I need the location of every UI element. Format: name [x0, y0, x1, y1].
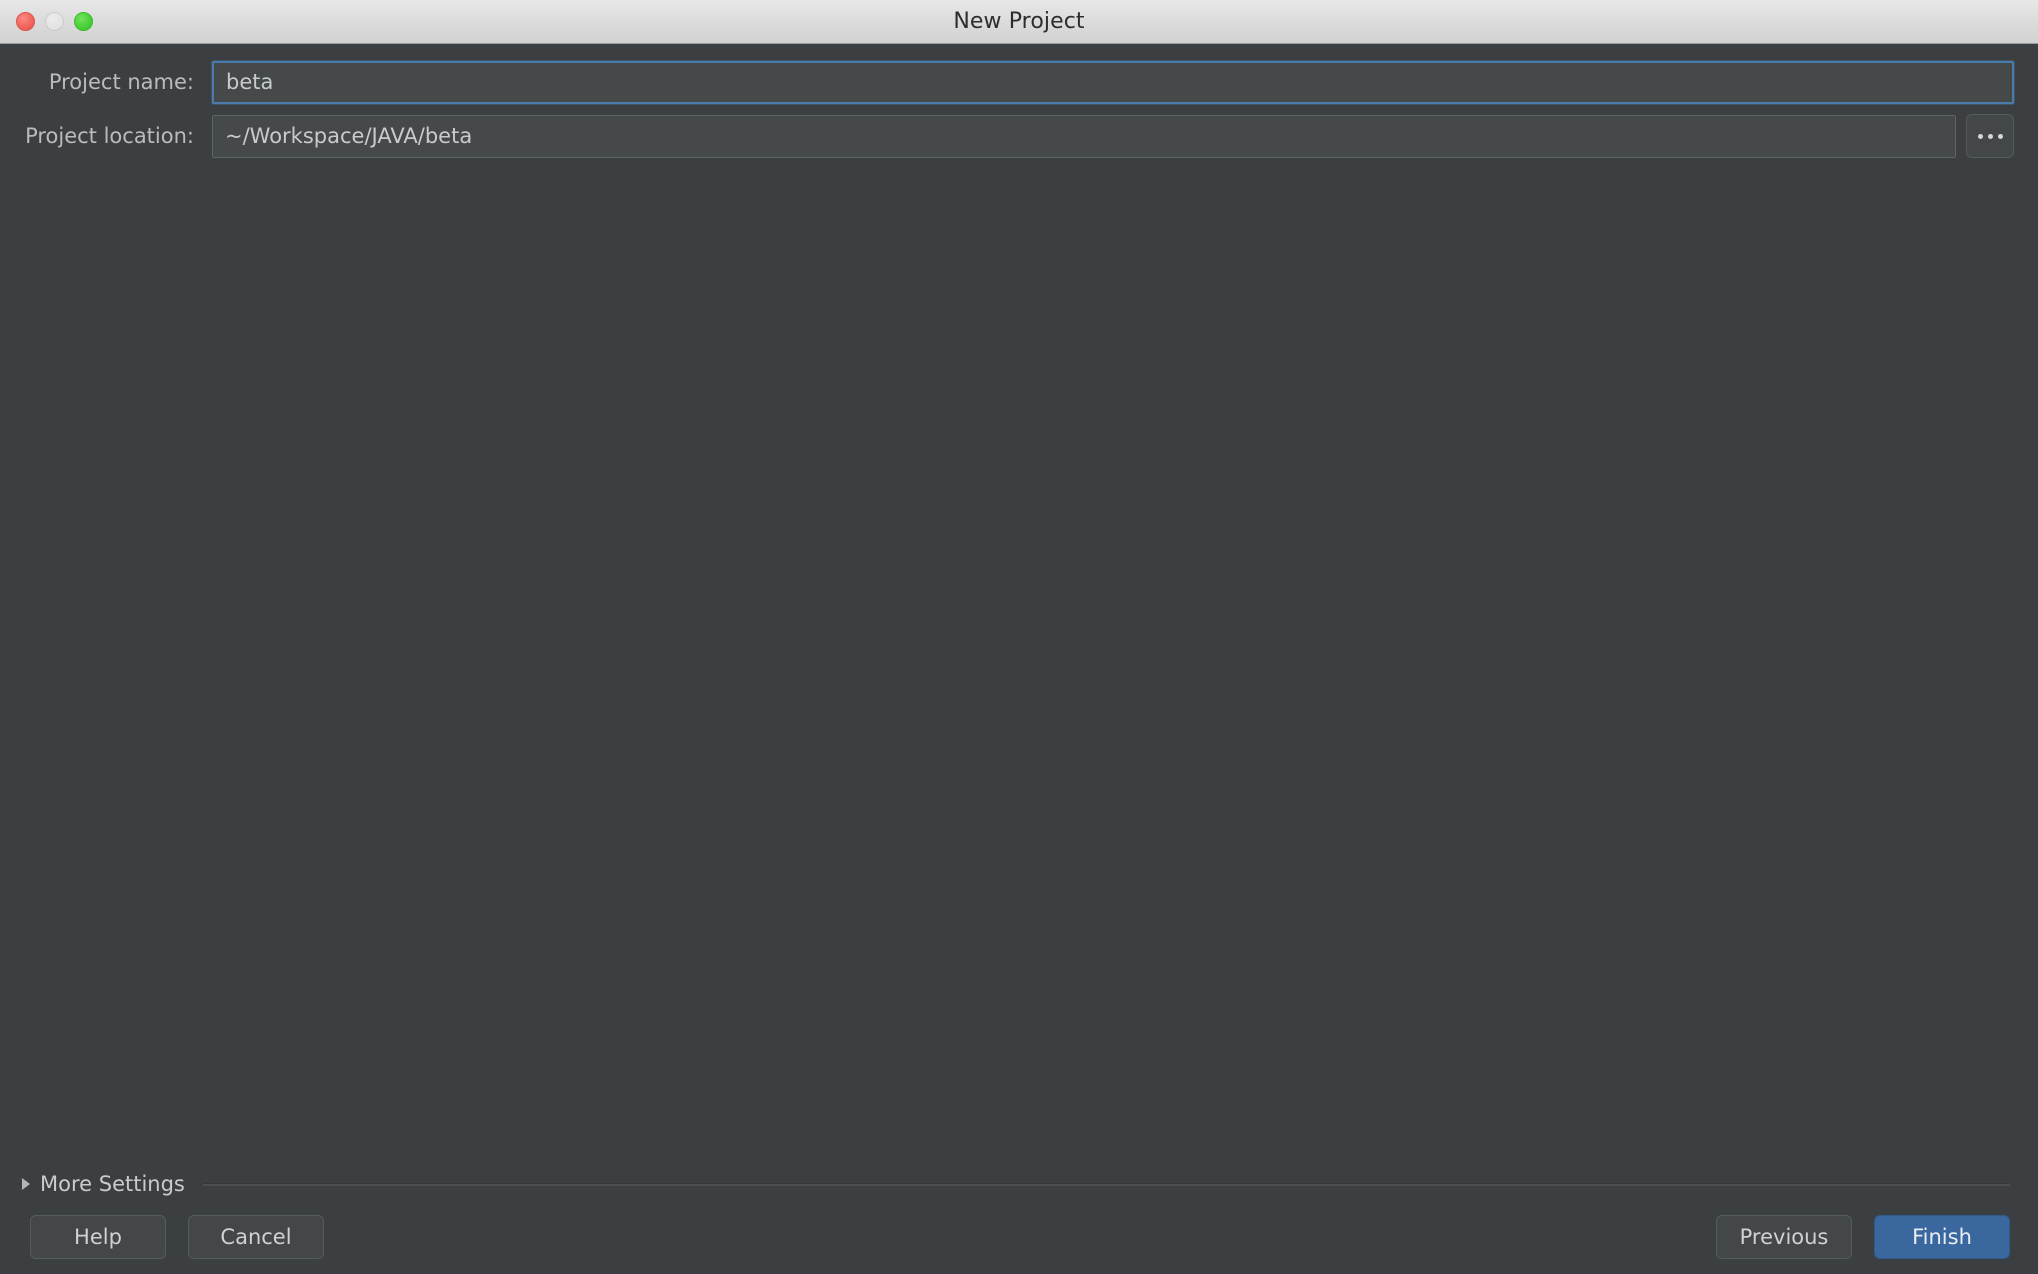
dialog-body: Project name: beta Project location: ~/W… — [0, 44, 2038, 1274]
previous-button[interactable]: Previous — [1716, 1215, 1852, 1259]
titlebar: New Project — [0, 0, 2038, 44]
finish-button[interactable]: Finish — [1874, 1215, 2010, 1259]
minimize-window-icon — [45, 12, 64, 31]
more-settings-label: More Settings — [40, 1172, 185, 1196]
project-name-row: Project name: beta — [0, 60, 2038, 104]
new-project-dialog: New Project Project name: beta Project l… — [0, 0, 2038, 1274]
browse-folder-button[interactable] — [1966, 114, 2014, 158]
section-divider — [203, 1183, 2010, 1186]
close-window-icon[interactable] — [16, 12, 35, 31]
secondary-button-group: Help Cancel — [30, 1215, 324, 1259]
project-name-input[interactable]: beta — [212, 61, 2014, 104]
cancel-button[interactable]: Cancel — [188, 1215, 324, 1259]
window-controls — [16, 0, 93, 43]
ellipsis-icon — [1988, 134, 1993, 139]
project-name-label: Project name: — [0, 70, 212, 94]
help-button[interactable]: Help — [30, 1215, 166, 1259]
ellipsis-icon — [1998, 134, 2003, 139]
dialog-button-bar: Help Cancel Previous Finish — [0, 1200, 2038, 1274]
project-location-label: Project location: — [0, 124, 212, 148]
more-settings-section[interactable]: More Settings — [22, 1170, 2010, 1198]
navigation-button-group: Previous Finish — [1716, 1215, 2010, 1259]
ellipsis-icon — [1978, 134, 1983, 139]
window-title: New Project — [0, 9, 2038, 34]
chevron-right-icon[interactable] — [22, 1178, 30, 1190]
maximize-window-icon[interactable] — [74, 12, 93, 31]
project-location-row: Project location: ~/Workspace/JAVA/beta — [0, 114, 2038, 158]
project-location-input[interactable]: ~/Workspace/JAVA/beta — [212, 115, 1956, 158]
